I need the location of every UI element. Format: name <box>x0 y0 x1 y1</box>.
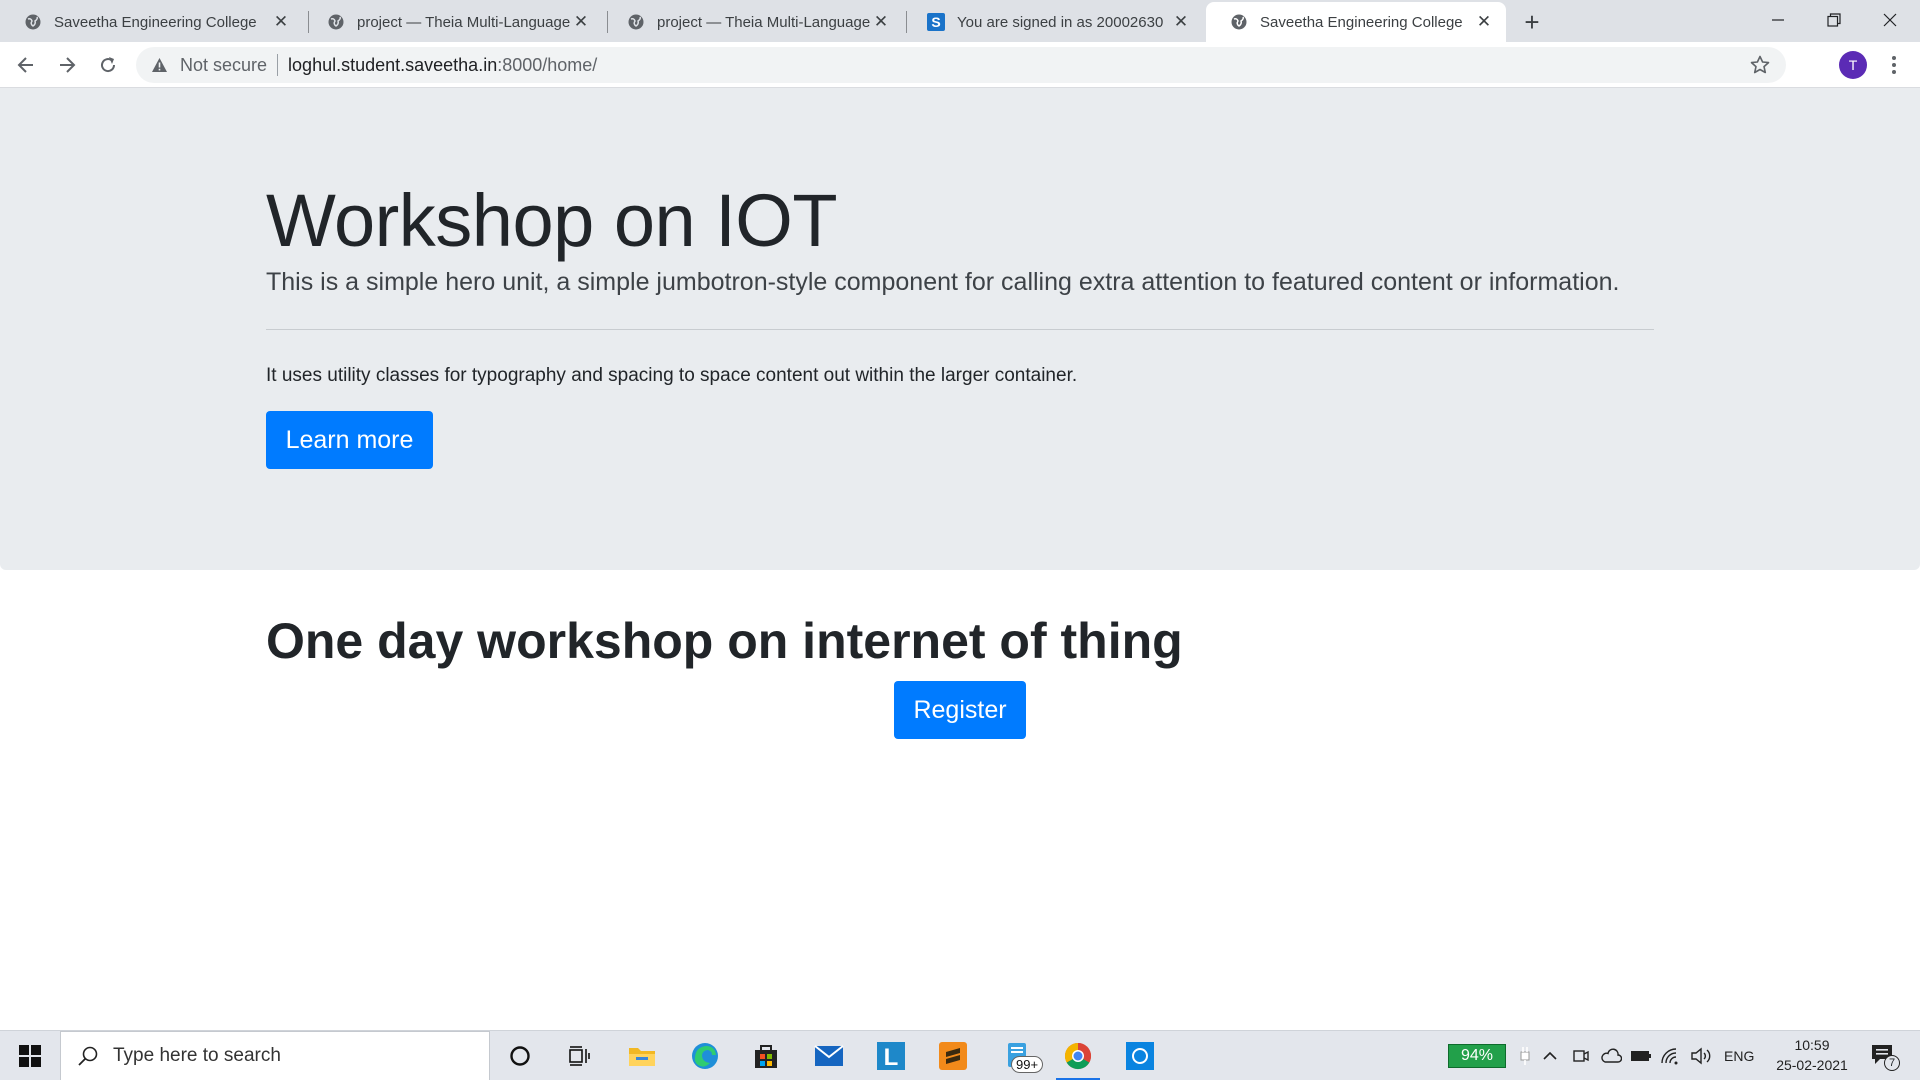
battery-icon[interactable] <box>1630 1031 1652 1080</box>
minimize-icon <box>1772 19 1784 21</box>
globe-icon <box>327 13 345 31</box>
profile-avatar[interactable]: T <box>1839 51 1867 79</box>
volume-icon[interactable] <box>1690 1031 1712 1080</box>
cortana-button[interactable] <box>496 1036 544 1076</box>
restore-button[interactable] <box>1806 0 1862 40</box>
omnibox-divider <box>277 54 279 76</box>
learn-more-button[interactable]: Learn more <box>266 411 433 469</box>
wifi-icon[interactable] <box>1660 1031 1680 1080</box>
jumbotron: Workshop on IOT This is a simple hero un… <box>0 88 1920 570</box>
close-tab-icon[interactable]: ✕ <box>871 12 891 32</box>
sublime-text-icon <box>939 1042 967 1070</box>
url-path: :8000/home/ <box>497 54 598 75</box>
tab-signed-in[interactable]: S You are signed in as 20002630 ✕ <box>903 2 1203 42</box>
globe-icon <box>24 13 42 31</box>
zoom-app-icon <box>1126 1042 1154 1070</box>
search-icon <box>78 1046 98 1066</box>
close-window-button[interactable] <box>1862 0 1918 40</box>
more-menu-icon[interactable] <box>1882 51 1906 79</box>
windows-logo-icon <box>19 1045 41 1067</box>
globe-icon <box>1230 13 1248 31</box>
store-button[interactable] <box>742 1036 790 1076</box>
restore-icon <box>1827 13 1841 27</box>
tab-theia-2[interactable]: project — Theia Multi-Language ✕ <box>603 2 903 42</box>
jumbotron-lead: This is a simple hero unit, a simple jum… <box>266 268 1620 296</box>
clock[interactable]: 10:59 25-02-2021 <box>1762 1035 1862 1075</box>
zoom-app-button[interactable] <box>1116 1036 1164 1076</box>
jumbotron-text: It uses utility classes for typography a… <box>266 365 1078 386</box>
folder-icon <box>629 1048 655 1066</box>
close-icon <box>1883 13 1897 27</box>
minimize-button[interactable] <box>1750 0 1806 40</box>
cortana-circle-icon <box>510 1046 530 1066</box>
onedrive-cloud-icon[interactable] <box>1600 1031 1622 1080</box>
edge-button[interactable] <box>681 1036 729 1076</box>
clock-date: 25-02-2021 <box>1776 1057 1848 1073</box>
tab-theia-1[interactable]: project — Theia Multi-Language ✕ <box>303 2 603 42</box>
svg-text:L: L <box>884 1044 899 1070</box>
tab-saveetha-1[interactable]: Saveetha Engineering College ✕ <box>0 2 303 42</box>
close-tab-icon[interactable]: ✕ <box>1171 12 1191 32</box>
arrow-left-icon <box>17 57 33 73</box>
address-bar[interactable]: Not secure loghul.student.saveetha.in:80… <box>136 47 1786 83</box>
divider <box>266 329 1654 330</box>
arrow-right-icon <box>60 57 76 73</box>
notification-count-badge: 7 <box>1884 1055 1900 1071</box>
chrome-icon <box>1064 1042 1092 1070</box>
store-bag-icon <box>755 1045 777 1068</box>
new-tab-button[interactable]: + <box>1518 8 1546 36</box>
power-plug-icon[interactable] <box>1518 1031 1532 1080</box>
battery-percent-badge[interactable]: 94% <box>1448 1044 1506 1068</box>
back-button[interactable] <box>10 49 42 81</box>
chrome-button[interactable] <box>1054 1036 1102 1080</box>
notes-app-button[interactable]: 99+ <box>991 1036 1047 1076</box>
globe-icon <box>627 13 645 31</box>
close-tab-icon[interactable]: ✕ <box>271 12 291 32</box>
forward-button[interactable] <box>51 49 83 81</box>
s-brand-icon: S <box>927 13 945 31</box>
url-host: loghul.student.saveetha.in <box>288 54 498 75</box>
svg-text:S: S <box>931 14 940 30</box>
jumbotron-title: Workshop on IOT <box>266 179 838 262</box>
close-tab-icon[interactable]: ✕ <box>571 12 591 32</box>
l-app-button[interactable]: L <box>867 1036 915 1076</box>
reload-icon <box>101 57 116 73</box>
browser-toolbar: Not secure loghul.student.saveetha.in:80… <box>0 42 1920 88</box>
language-indicator[interactable]: ENG <box>1724 1031 1754 1080</box>
reload-button[interactable] <box>92 49 124 81</box>
taskbar-search-input[interactable]: Type here to search <box>60 1031 490 1080</box>
security-label[interactable]: Not secure <box>180 55 267 76</box>
sublime-button[interactable] <box>929 1036 977 1076</box>
mail-icon <box>814 1045 844 1066</box>
section-heading: One day workshop on internet of thing <box>266 613 1183 669</box>
task-view-button[interactable] <box>556 1036 604 1076</box>
tab-saveetha-active[interactable]: Saveetha Engineering College ✕ <box>1206 2 1506 42</box>
tab-strip: Saveetha Engineering College ✕ project —… <box>0 0 1920 42</box>
chevron-up-icon[interactable] <box>1542 1031 1558 1080</box>
edge-browser-icon <box>692 1043 718 1069</box>
file-explorer-button[interactable] <box>618 1036 666 1076</box>
search-placeholder: Type here to search <box>113 1045 281 1066</box>
notification-badge: 99+ <box>1011 1056 1044 1073</box>
register-button[interactable]: Register <box>894 681 1026 739</box>
taskbar: Type here to search L 99+ 94% ENG 10:59 … <box>0 1030 1920 1080</box>
task-view-icon <box>569 1046 590 1066</box>
meet-now-icon[interactable] <box>1572 1031 1590 1080</box>
warning-icon[interactable] <box>150 56 168 74</box>
mail-button[interactable] <box>805 1036 853 1076</box>
bookmark-star-icon[interactable] <box>1750 55 1770 75</box>
close-tab-icon[interactable]: ✕ <box>1474 12 1494 32</box>
l-app-icon: L <box>877 1042 905 1070</box>
clock-time: 10:59 <box>1794 1037 1830 1053</box>
action-center-button[interactable]: 7 <box>1866 1041 1906 1071</box>
start-button[interactable] <box>0 1031 60 1080</box>
